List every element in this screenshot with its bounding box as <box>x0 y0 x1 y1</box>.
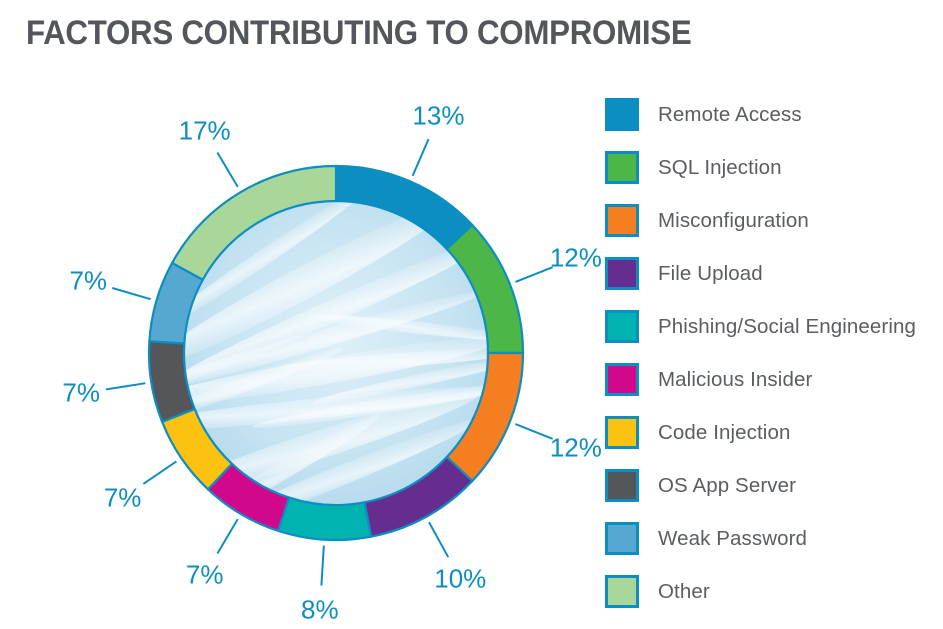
legend-swatch <box>605 575 639 608</box>
legend-item[interactable]: File Upload <box>605 247 943 300</box>
leader-line <box>411 138 430 177</box>
legend-item[interactable]: Code Injection <box>605 406 943 459</box>
leader-line <box>428 521 450 558</box>
legend-item[interactable]: OS App Server <box>605 459 943 512</box>
segment-percentage-label: 7% <box>185 559 224 590</box>
legend-swatch <box>605 204 639 237</box>
legend-item[interactable]: Weak Password <box>605 512 943 565</box>
legend-item[interactable]: Malicious Insider <box>605 353 943 406</box>
legend-item-label: Phishing/Social Engineering <box>658 314 916 338</box>
leader-line <box>320 545 325 586</box>
donut-segment[interactable] <box>276 496 373 542</box>
legend-item-label: OS App Server <box>658 473 797 497</box>
legend-item-label: File Upload <box>658 261 763 285</box>
leader-line <box>216 518 239 555</box>
legend-item-label: Code Injection <box>658 420 791 444</box>
legend-swatch <box>605 522 639 555</box>
segment-percentage-label: 12% <box>549 242 602 273</box>
legend-swatch <box>605 98 639 131</box>
legend-swatch <box>605 310 639 343</box>
legend-item-label: Remote Access <box>658 102 802 126</box>
segment-percentage-label: 12% <box>549 432 602 463</box>
leader-line <box>216 151 239 188</box>
legend-item-label: Weak Password <box>658 526 808 550</box>
segment-percentage-label: 10% <box>434 563 487 594</box>
leader-line <box>105 382 146 391</box>
page-title: FACTORS CONTRIBUTING TO COMPROMISE <box>26 14 692 52</box>
segment-percentage-label: 13% <box>412 100 465 131</box>
legend-swatch <box>605 257 639 290</box>
legend: Remote Access SQL Injection Misconfigurati… <box>605 88 943 618</box>
segment-percentage-label: 17% <box>178 115 231 146</box>
leader-line <box>111 287 151 301</box>
leader-line <box>515 423 554 440</box>
legend-item[interactable]: Remote Access <box>605 88 943 141</box>
legend-item[interactable]: SQL Injection <box>605 141 943 194</box>
legend-item-label: SQL Injection <box>658 155 782 179</box>
legend-item-label: Misconfiguration <box>658 208 809 232</box>
legend-item[interactable]: Phishing/Social Engineering <box>605 300 943 353</box>
legend-swatch <box>605 469 639 502</box>
segment-percentage-label: 7% <box>69 265 108 296</box>
donut-chart: 13% 12% 12% 10% 8% 7% 7% 7% 7% 17% <box>0 60 602 629</box>
leader-line <box>142 460 177 485</box>
legend-item-label: Malicious Insider <box>658 367 813 391</box>
chart-page: FACTORS CONTRIBUTING TO COMPROMISE 13% 1… <box>0 0 943 629</box>
segment-percentage-label: 7% <box>62 377 100 408</box>
legend-swatch <box>605 416 639 449</box>
donut-chart-svg <box>105 138 554 586</box>
legend-item[interactable]: Other <box>605 565 943 618</box>
legend-swatch <box>605 151 639 184</box>
segment-percentage-label: 7% <box>103 482 142 513</box>
legend-item[interactable]: Misconfiguration <box>605 194 943 247</box>
legend-item-label: Other <box>658 579 710 603</box>
legend-swatch <box>605 363 639 396</box>
segment-percentage-label: 8% <box>301 594 339 625</box>
leader-line <box>515 266 554 283</box>
